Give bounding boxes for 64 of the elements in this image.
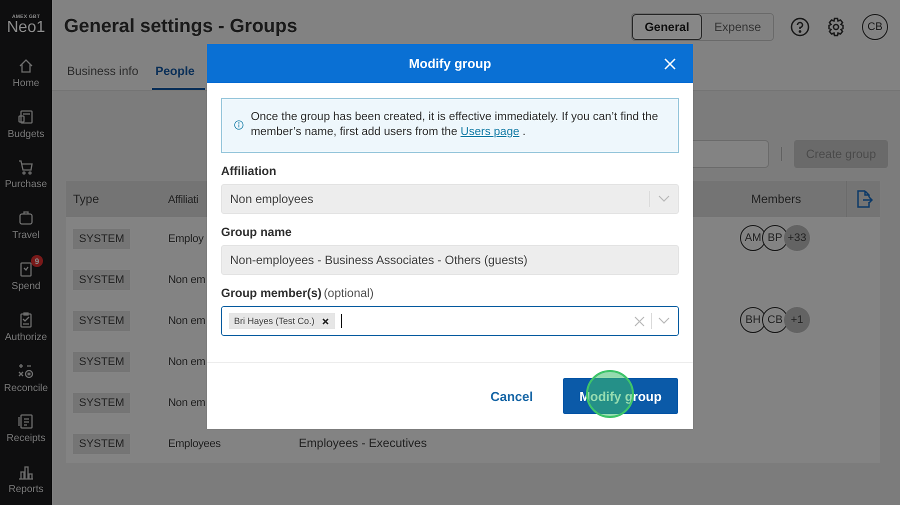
notification-badge: 9	[31, 255, 43, 268]
optional-hint: (optional)	[324, 286, 374, 300]
chip-label: Bri Hayes (Test Co.)	[234, 316, 315, 326]
table-cell: Non em	[168, 356, 206, 368]
field-label: Group member(s)	[221, 286, 322, 300]
users-page-link[interactable]: Users page	[460, 126, 520, 138]
table-cell: Non em	[168, 396, 206, 408]
dialog-title: Modify group	[408, 56, 492, 71]
wallet-icon	[18, 108, 34, 125]
member-avatar: AM	[740, 224, 766, 250]
type-tag: SYSTEM	[73, 270, 130, 290]
nav-item[interactable]: 9 Spend	[0, 251, 52, 302]
close-icon[interactable]	[664, 58, 676, 70]
member-avatar: CB	[762, 306, 788, 332]
type-tag: SYSTEM	[73, 310, 130, 330]
table-cell: Non em	[168, 314, 206, 326]
home-icon	[18, 58, 34, 74]
settings-icon[interactable]	[826, 17, 846, 37]
member-avatar: BP	[762, 224, 788, 250]
tab[interactable]: People	[152, 54, 205, 90]
help-icon[interactable]	[790, 17, 810, 37]
members-select[interactable]: Bri Hayes (Test Co.)	[221, 306, 679, 336]
bar-chart-icon	[18, 464, 34, 480]
user-avatar[interactable]: CB	[862, 14, 888, 40]
table-cell: Non em	[168, 274, 206, 286]
scope-toggle[interactable]: General	[632, 14, 702, 40]
page-title: General settings - Groups	[64, 16, 298, 38]
nav-item[interactable]: Receipts	[0, 403, 52, 454]
column-header: Affiliati	[168, 194, 198, 206]
tab[interactable]: Business info	[64, 54, 148, 90]
suitcase-icon	[18, 210, 34, 226]
type-tag: SYSTEM	[73, 392, 130, 412]
nav-item[interactable]: Authorize	[0, 302, 52, 353]
column-header: Members	[750, 192, 802, 206]
nav-item[interactable]: Travel	[0, 200, 52, 252]
logo-name: Neo1	[6, 20, 46, 36]
export-icon[interactable]	[854, 190, 873, 208]
cancel-button[interactable]: Cancel	[490, 388, 533, 404]
table-cell: Employ	[168, 232, 204, 244]
field-label: Affiliation	[221, 164, 278, 178]
type-tag: SYSTEM	[73, 434, 130, 454]
nav-item[interactable]: Home	[0, 48, 52, 99]
more-members-count: +1	[784, 306, 810, 332]
clipboard-icon	[18, 312, 34, 328]
notice-text: Once the group has been created, it is effective immediately. If you can’t find the member’s name, first add users from the Users page .	[250, 110, 660, 140]
table-cell: Employees	[168, 438, 221, 450]
column-header: Type	[72, 192, 100, 206]
receipt-icon	[18, 261, 34, 278]
chevron-down-icon	[658, 195, 670, 203]
table-cell: Employees - Executives	[298, 436, 427, 450]
type-tag: SYSTEM	[73, 228, 130, 248]
remove-icon[interactable]	[322, 318, 329, 324]
type-tag: SYSTEM	[73, 352, 130, 372]
document-icon	[18, 413, 34, 430]
nav-item[interactable]: Reconcile	[0, 352, 52, 404]
nav-item[interactable]: Reports	[0, 454, 52, 505]
nav-item[interactable]: Budgets	[0, 98, 52, 150]
text-cursor	[340, 314, 342, 328]
math-icon	[18, 362, 34, 379]
cart-icon	[18, 159, 34, 176]
field-label: Group name	[221, 225, 293, 239]
more-members-count: +33	[784, 224, 810, 250]
member-avatar: BH	[740, 306, 766, 332]
nav-item[interactable]: Purchase	[0, 150, 52, 200]
